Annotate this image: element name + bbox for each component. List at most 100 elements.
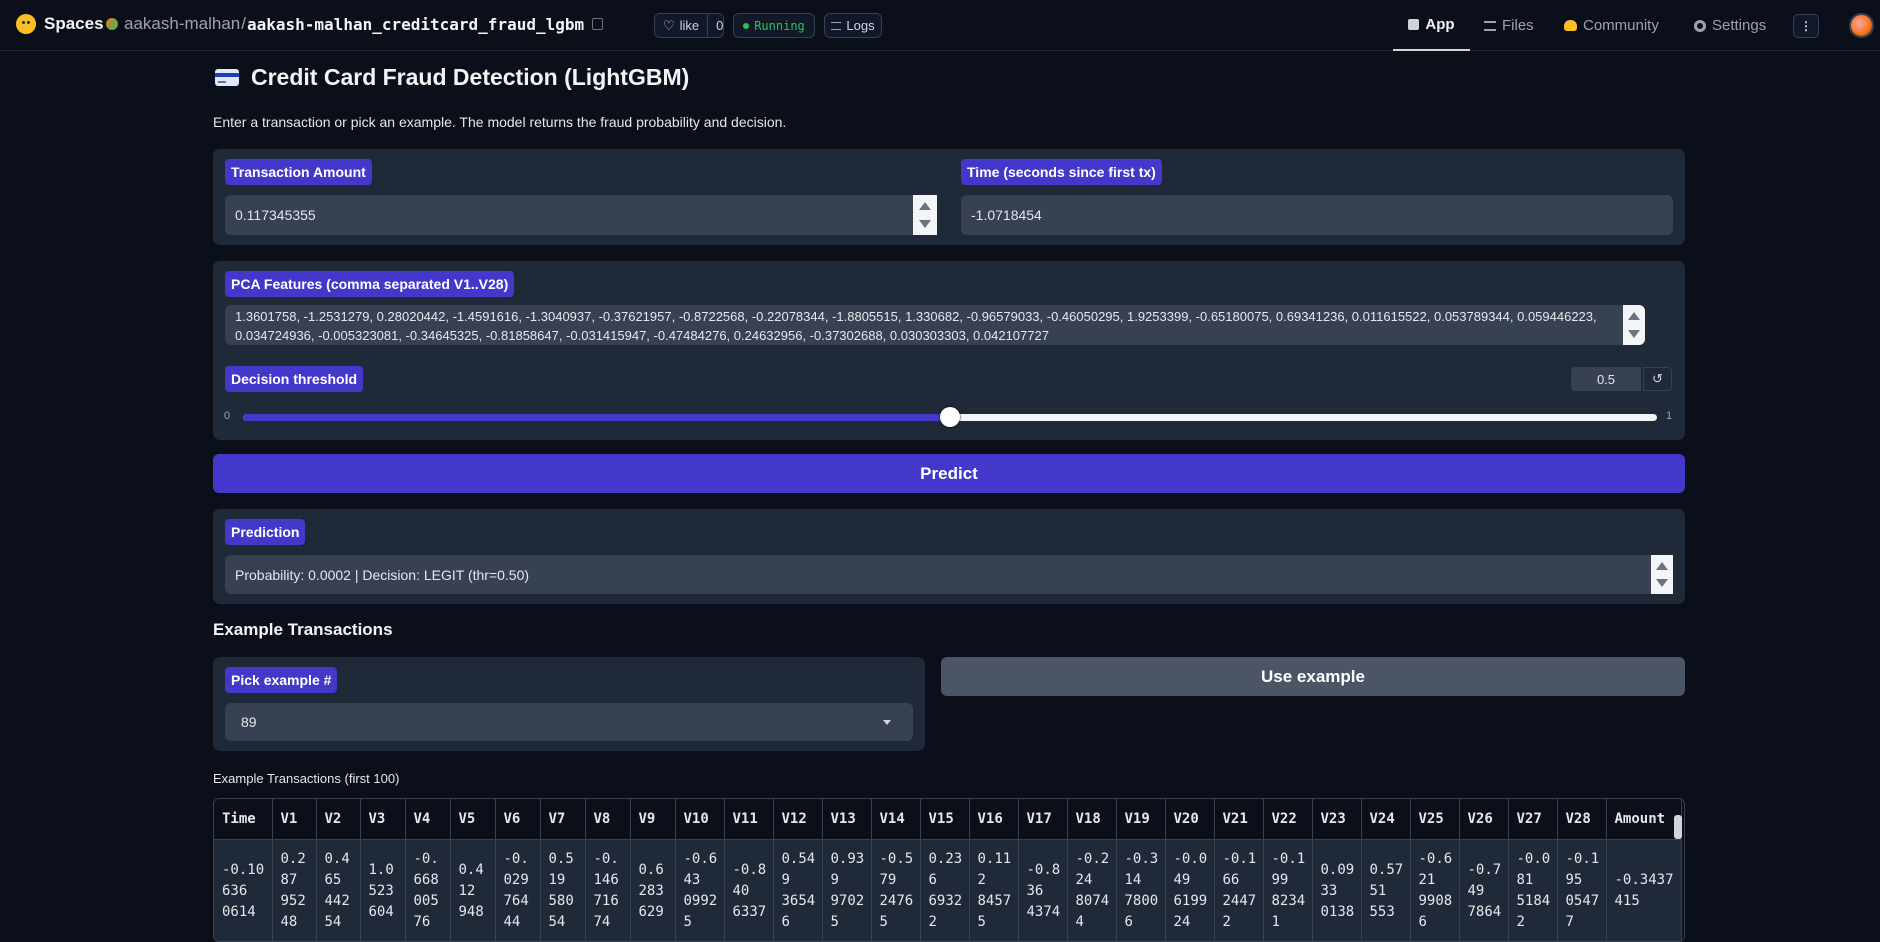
tab-community[interactable]: Community: [1564, 0, 1659, 51]
repo-breadcrumb: aakash-malhan / aakash-malhan_creditcard…: [106, 14, 604, 34]
owner-link[interactable]: aakash-malhan: [124, 14, 240, 34]
table-cell[interactable]: 0.465 44254: [316, 839, 361, 941]
increment-icon[interactable]: [919, 202, 931, 210]
pick-example-dropdown[interactable]: 89: [225, 703, 913, 741]
column-header[interactable]: V7: [540, 799, 586, 840]
column-header[interactable]: V1: [272, 799, 317, 840]
column-header[interactable]: V2: [316, 799, 361, 840]
decrement-icon[interactable]: [919, 220, 931, 228]
tab-app[interactable]: App: [1393, 0, 1470, 51]
column-header[interactable]: V25: [1410, 799, 1460, 840]
column-header[interactable]: V26: [1459, 799, 1509, 840]
column-header[interactable]: V12: [773, 799, 823, 840]
predict-button[interactable]: Predict: [213, 454, 1685, 493]
table-cell[interactable]: 0.939 97025: [822, 839, 872, 941]
table-cell[interactable]: 0.112 84575: [969, 839, 1019, 941]
column-header[interactable]: V27: [1508, 799, 1558, 840]
amount-input[interactable]: 0.117345355: [225, 195, 937, 235]
table-cell[interactable]: 0.0933 0138: [1312, 839, 1362, 941]
scroll-up-icon[interactable]: [1656, 561, 1668, 570]
like-button[interactable]: ♡ like 0: [654, 13, 724, 38]
table-cell[interactable]: -0.621 99086: [1410, 839, 1460, 941]
status-badge[interactable]: Running: [733, 13, 815, 38]
amount-stepper[interactable]: [913, 195, 937, 235]
credit-card-icon: [215, 69, 239, 86]
output-scrollbar[interactable]: [1651, 555, 1673, 594]
time-input[interactable]: -1.0718454: [961, 195, 1673, 235]
column-header[interactable]: V18: [1067, 799, 1117, 840]
column-header[interactable]: V5: [450, 799, 496, 840]
table-cell[interactable]: -0.643 09925: [675, 839, 725, 941]
scroll-down-icon[interactable]: [1656, 579, 1668, 588]
table-cell[interactable]: -0.049 619924: [1165, 839, 1215, 941]
column-header[interactable]: V21: [1214, 799, 1264, 840]
reset-button[interactable]: ↺: [1643, 367, 1672, 391]
more-options-button[interactable]: ⋮: [1793, 14, 1819, 38]
table-cell[interactable]: 1.0523 604: [360, 839, 406, 941]
column-header[interactable]: Amount: [1606, 799, 1682, 840]
textarea-scrollbar[interactable]: [1623, 305, 1645, 345]
table-cell[interactable]: -0.314 78006: [1116, 839, 1166, 941]
spaces-brand[interactable]: Spaces: [16, 14, 104, 34]
table-cell[interactable]: -0.029 76444: [495, 839, 541, 941]
column-header[interactable]: V11: [724, 799, 774, 840]
column-header[interactable]: V14: [871, 799, 921, 840]
column-header[interactable]: Time: [214, 799, 273, 840]
table-cell[interactable]: 0.5751 553: [1361, 839, 1411, 941]
table-cell[interactable]: -0.840 6337: [724, 839, 774, 941]
table-cell[interactable]: -0.199 82341: [1263, 839, 1313, 941]
use-example-button[interactable]: Use example: [941, 657, 1685, 696]
like-count: 0: [707, 14, 731, 37]
tab-settings[interactable]: Settings: [1694, 0, 1766, 51]
column-header[interactable]: V23: [1312, 799, 1362, 840]
amount-label: Transaction Amount: [225, 159, 372, 185]
table-cell[interactable]: -0.10636 0614: [214, 839, 273, 941]
table-row[interactable]: -0.10636 0614 0.287 95248 0.465 44254 1.0523 60…: [214, 839, 1682, 941]
table-cell[interactable]: -0.836 4374: [1018, 839, 1068, 941]
scroll-up-icon[interactable]: [1628, 312, 1640, 320]
table-cell[interactable]: 0.236 69322: [920, 839, 970, 941]
column-header[interactable]: V16: [969, 799, 1019, 840]
table-cell[interactable]: -0.166 24472: [1214, 839, 1264, 941]
table-cell[interactable]: 0.412 948: [450, 839, 496, 941]
table-cell[interactable]: -0.146 71674: [585, 839, 631, 941]
table-cell[interactable]: 0.519 58054: [540, 839, 586, 941]
column-header[interactable]: V9: [630, 799, 676, 840]
threshold-number-input[interactable]: 0.5: [1571, 367, 1641, 391]
table-cell[interactable]: -0.3437 415: [1606, 839, 1682, 941]
user-avatar[interactable]: [1849, 13, 1874, 38]
slider-thumb[interactable]: [940, 407, 960, 427]
column-header[interactable]: V8: [585, 799, 631, 840]
column-header[interactable]: V15: [920, 799, 970, 840]
table-cell[interactable]: -0.579 24765: [871, 839, 921, 941]
table-cell[interactable]: -0.081 51842: [1508, 839, 1558, 941]
column-header[interactable]: V28: [1557, 799, 1607, 840]
logs-button[interactable]: Logs: [824, 13, 882, 38]
column-header[interactable]: V13: [822, 799, 872, 840]
table-cell[interactable]: 0.6283 629: [630, 839, 676, 941]
column-header[interactable]: V3: [360, 799, 406, 840]
table-cell[interactable]: -0.224 80744: [1067, 839, 1117, 941]
table-scrollbar[interactable]: [1674, 815, 1682, 839]
table-cell[interactable]: -0.195 05477: [1557, 839, 1607, 941]
app-icon: [1408, 19, 1420, 30]
scroll-down-icon[interactable]: [1628, 330, 1640, 338]
examples-table[interactable]: Time V1 V2 V3 V4 V5 V6 V7 V8 V9 V10 V11 V12 V13 V14 V15…: [213, 798, 1685, 942]
column-header[interactable]: V4: [405, 799, 451, 840]
tab-files[interactable]: Files: [1484, 0, 1534, 51]
table-cell[interactable]: -0.749 7864: [1459, 839, 1509, 941]
table-cell[interactable]: 0.549 36546: [773, 839, 823, 941]
pca-features-textarea[interactable]: 1.3601758, -1.2531279, 0.28020442, -1.45…: [225, 305, 1645, 345]
column-header[interactable]: V20: [1165, 799, 1215, 840]
table-cell[interactable]: 0.287 95248: [272, 839, 317, 941]
copy-icon[interactable]: [592, 18, 604, 30]
table-cell[interactable]: -0.668 00576: [405, 839, 451, 941]
column-header[interactable]: V19: [1116, 799, 1166, 840]
repo-name-link[interactable]: aakash-malhan_creditcard_fraud_lgbm: [247, 15, 584, 34]
column-header[interactable]: V10: [675, 799, 725, 840]
column-header[interactable]: V17: [1018, 799, 1068, 840]
column-header[interactable]: V22: [1263, 799, 1313, 840]
column-header[interactable]: V6: [495, 799, 541, 840]
prediction-output[interactable]: Probability: 0.0002 | Decision: LEGIT (t…: [225, 555, 1673, 594]
column-header[interactable]: V24: [1361, 799, 1411, 840]
